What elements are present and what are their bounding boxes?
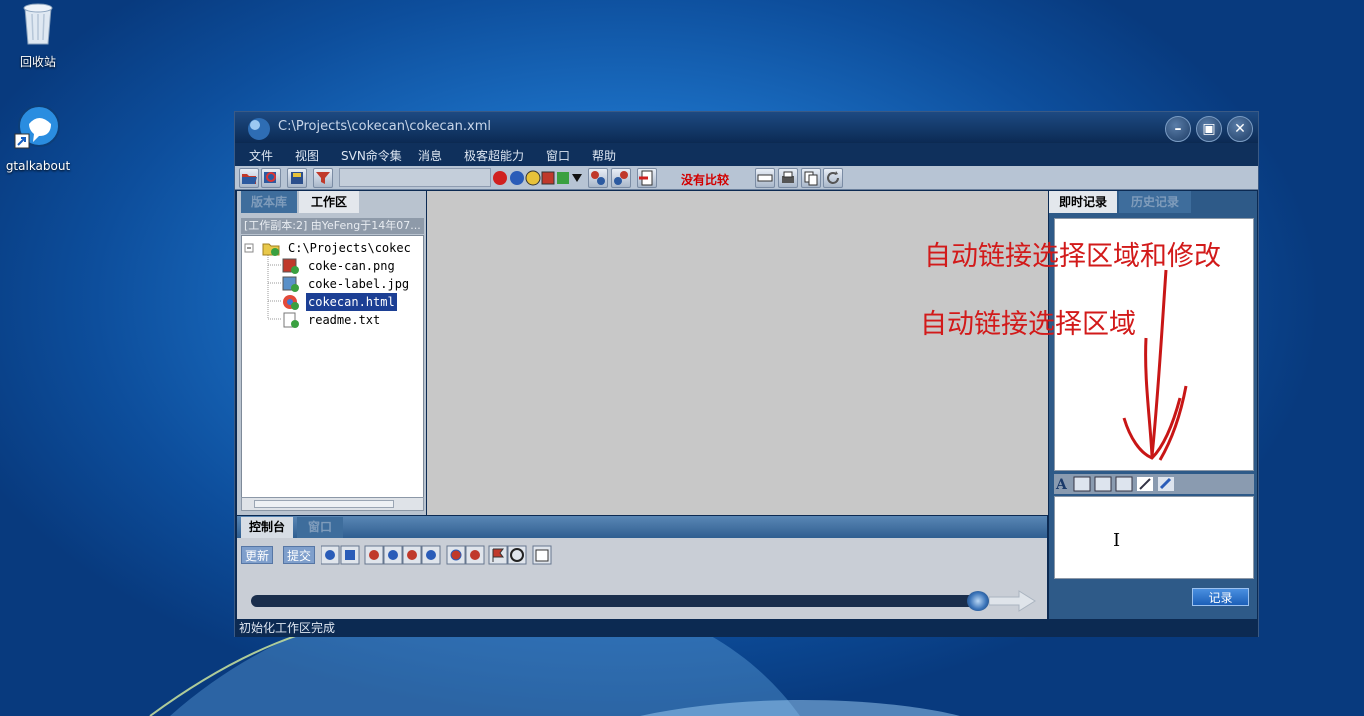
save-button[interactable] xyxy=(287,168,307,188)
close-icon: ✕ xyxy=(1234,121,1246,137)
record-button[interactable]: 记录 xyxy=(1192,588,1249,606)
menu-message[interactable]: 消息 xyxy=(418,147,442,164)
console-tools-icon[interactable] xyxy=(321,545,561,567)
split-button[interactable] xyxy=(588,168,608,188)
compare-tools-icon[interactable] xyxy=(491,169,583,187)
tab-live-notes[interactable]: 即时记录 xyxy=(1049,191,1117,213)
menu-help[interactable]: 帮助 xyxy=(592,147,616,164)
gtalkabout-label: gtalkabout xyxy=(5,159,71,173)
title-bar[interactable]: C:\Projects\cokecan\cokecan.xml – ▣ ✕ xyxy=(235,112,1258,142)
minimize-button[interactable]: – xyxy=(1165,116,1191,142)
working-copy-info: [工作副本:2] 由YeFeng于14年07... xyxy=(241,218,424,234)
open-folder-button[interactable] xyxy=(239,168,259,188)
commit-button[interactable]: 提交 xyxy=(283,546,316,564)
scroll-thumb[interactable] xyxy=(254,500,394,508)
search-button[interactable] xyxy=(261,168,281,188)
html-file-icon xyxy=(283,295,299,310)
export-icon xyxy=(639,170,653,186)
tree-horizontal-scrollbar[interactable] xyxy=(241,497,424,511)
maximize-icon: ▣ xyxy=(1202,121,1216,137)
editor-toolbar: A xyxy=(1054,474,1254,494)
window-title: C:\Projects\cokecan\cokecan.xml xyxy=(278,119,491,134)
update-button[interactable]: 更新 xyxy=(241,546,274,564)
folder-icon xyxy=(262,243,280,256)
svg-text:A: A xyxy=(1055,477,1068,493)
progress-arrow-icon xyxy=(989,590,1036,612)
text-cursor-icon: I xyxy=(1113,530,1121,551)
address-field[interactable] xyxy=(339,168,491,187)
export-button[interactable] xyxy=(637,168,657,188)
status-bar: 初始化工作区完成 xyxy=(235,619,1258,637)
recycle-bin-desktop-icon[interactable]: 回收站 xyxy=(0,0,76,70)
close-button[interactable]: ✕ xyxy=(1227,116,1253,142)
menu-window[interactable]: 窗口 xyxy=(546,147,570,164)
fit-width-icon xyxy=(757,174,773,182)
bottom-pane: 控制台 窗口 更新 提交 xyxy=(237,516,1047,619)
bottom-tabs: 控制台 窗口 xyxy=(237,516,1047,538)
open-folder-icon xyxy=(242,174,257,184)
gtalkabout-icon xyxy=(14,105,60,149)
menu-view[interactable]: 视图 xyxy=(295,147,319,164)
image-file-icon xyxy=(282,258,299,274)
app-logo-icon xyxy=(248,118,270,140)
filter-icon xyxy=(316,172,330,184)
tab-history[interactable]: 历史记录 xyxy=(1119,191,1191,213)
menu-file[interactable]: 文件 xyxy=(249,147,273,164)
tree-node-label: coke-can.png xyxy=(308,259,395,273)
refresh-icon xyxy=(827,171,839,184)
split-icon xyxy=(591,171,605,185)
annotation-line-2: 自动链接选择区域 xyxy=(920,309,1136,340)
tree-node-label: readme.txt xyxy=(308,313,381,327)
tab-workspace[interactable]: 工作区 xyxy=(299,191,359,213)
toolbar: 没有比较 xyxy=(235,166,1258,190)
merge-icon xyxy=(614,171,628,185)
annotation-arrows-icon xyxy=(1122,269,1188,461)
search-icon xyxy=(264,172,276,183)
tree-node-label: cokecan.html xyxy=(306,293,397,311)
merge-button[interactable] xyxy=(611,168,631,188)
menu-svn[interactable]: SVN命令集 xyxy=(341,147,402,164)
minimize-icon: – xyxy=(1174,121,1182,137)
tab-console[interactable]: 控制台 xyxy=(241,517,293,538)
left-pane: 版本库 工作区 [工作副本:2] 由YeFeng于14年07... C:\Pro… xyxy=(237,191,426,515)
copy-button[interactable] xyxy=(801,168,821,188)
app-window: C:\Projects\cokecan\cokecan.xml – ▣ ✕ 文件… xyxy=(234,111,1259,637)
progress-bar xyxy=(251,595,986,607)
text-file-icon xyxy=(283,312,299,328)
save-icon xyxy=(291,172,303,184)
tree-node-label: coke-label.jpg xyxy=(308,277,410,291)
compare-status: 没有比较 xyxy=(681,173,730,187)
gtalkabout-desktop-icon[interactable]: gtalkabout xyxy=(0,104,76,173)
tab-window[interactable]: 窗口 xyxy=(297,517,343,538)
menu-geek[interactable]: 极客超能力 xyxy=(464,147,524,164)
refresh-button[interactable] xyxy=(823,168,843,188)
recycle-bin-icon xyxy=(23,3,53,45)
fit-width-button[interactable] xyxy=(755,168,775,188)
filter-button[interactable] xyxy=(313,168,333,188)
editor-tools-icon[interactable]: A xyxy=(1054,474,1184,494)
image-file-icon xyxy=(282,276,299,292)
tab-repository[interactable]: 版本库 xyxy=(241,191,297,213)
menu-bar: 文件 视图 SVN命令集 消息 极客超能力 窗口 帮助 xyxy=(235,143,1258,166)
print-button[interactable] xyxy=(778,168,798,188)
recycle-bin-label: 回收站 xyxy=(19,55,56,69)
print-icon xyxy=(782,171,794,183)
copy-icon xyxy=(804,171,818,186)
tree-node-label: C:\Projects\cokec xyxy=(288,241,411,255)
file-tree: C:\Projects\cokec coke-can.png coke-labe… xyxy=(241,235,424,498)
maximize-button[interactable]: ▣ xyxy=(1196,116,1222,142)
progress-knob[interactable] xyxy=(967,591,989,611)
note-input[interactable] xyxy=(1054,496,1254,579)
